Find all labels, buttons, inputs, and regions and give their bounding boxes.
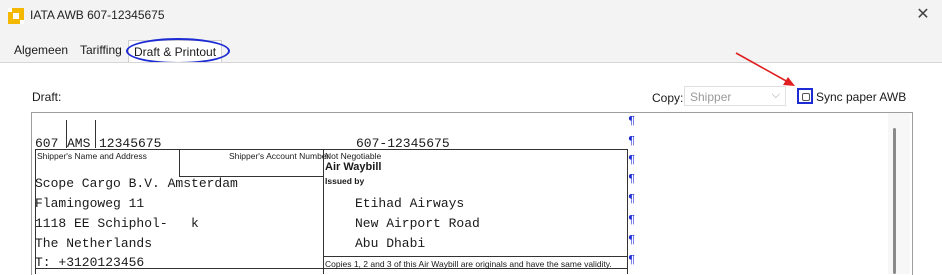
pilcrow-icon: ¶ xyxy=(628,172,635,185)
copy-select[interactable]: Shipper ⌵ xyxy=(684,86,786,106)
issuer-line: Etihad Airways xyxy=(355,196,465,211)
issued-by-label: Issued by xyxy=(325,176,365,186)
shipper-account-header: Shipper's Account Number xyxy=(229,151,330,161)
not-negotiable-label: Not Negotiable xyxy=(325,151,382,161)
sync-paper-awb-checkbox[interactable] xyxy=(797,88,813,104)
shipper-line: Scope Cargo B.V. Amsterdam xyxy=(35,176,238,191)
tab-tariffing[interactable]: Tariffing xyxy=(76,43,126,57)
shipper-line: 1118 EE Schiphol- k xyxy=(35,216,199,231)
air-waybill-heading: Air Waybill xyxy=(325,161,382,173)
pilcrow-icon: ¶ xyxy=(628,192,635,205)
pilcrow-icon: ¶ xyxy=(628,233,635,246)
shipper-line: The Netherlands xyxy=(35,236,153,251)
issuer-line: Abu Dhabi xyxy=(355,236,426,251)
vertical-scrollbar[interactable] xyxy=(888,113,910,274)
awb-draft-preview xyxy=(31,112,913,275)
pilcrow-icon: ¶ xyxy=(628,134,635,147)
close-icon[interactable]: ✕ xyxy=(914,6,932,24)
divider xyxy=(66,120,67,148)
scrollbar-thumb[interactable] xyxy=(893,128,896,274)
grid-line xyxy=(323,256,628,257)
issuer-line: New Airport Road xyxy=(355,216,480,231)
divider xyxy=(95,120,96,148)
chevron-down-icon: ⌵ xyxy=(771,89,780,101)
shipper-line: Flamingoweg 11 xyxy=(35,196,145,211)
tab-draft-printout[interactable]: Draft & Printout xyxy=(128,40,223,63)
pilcrow-icon: ¶ xyxy=(628,253,635,266)
pilcrow-icon: ¶ xyxy=(628,114,635,127)
tab-algemeen[interactable]: Algemeen xyxy=(10,43,72,57)
grid-line xyxy=(35,149,628,150)
shipper-line: T: +3120123456 xyxy=(35,255,145,270)
pilcrow-icon: ¶ xyxy=(628,213,635,226)
title-bar: IATA AWB 607-12345675 ✕ xyxy=(0,0,942,32)
tab-strip: Algemeen Tariffing Draft & Printout xyxy=(0,40,942,63)
grid-line xyxy=(179,149,180,176)
copy-label: Copy: xyxy=(652,91,684,105)
checkbox-box xyxy=(802,93,810,101)
app-logo-icon xyxy=(8,8,24,24)
copy-select-value: Shipper xyxy=(690,90,732,104)
sync-paper-awb-label: Sync paper AWB xyxy=(816,90,907,104)
copies-note: Copies 1, 2 and 3 of this Air Waybill ar… xyxy=(325,259,612,269)
draft-label: Draft: xyxy=(32,90,62,104)
shipper-name-header: Shipper's Name and Address xyxy=(37,151,147,161)
window-title: IATA AWB 607-12345675 xyxy=(30,8,165,22)
pilcrow-icon: ¶ xyxy=(628,153,635,166)
